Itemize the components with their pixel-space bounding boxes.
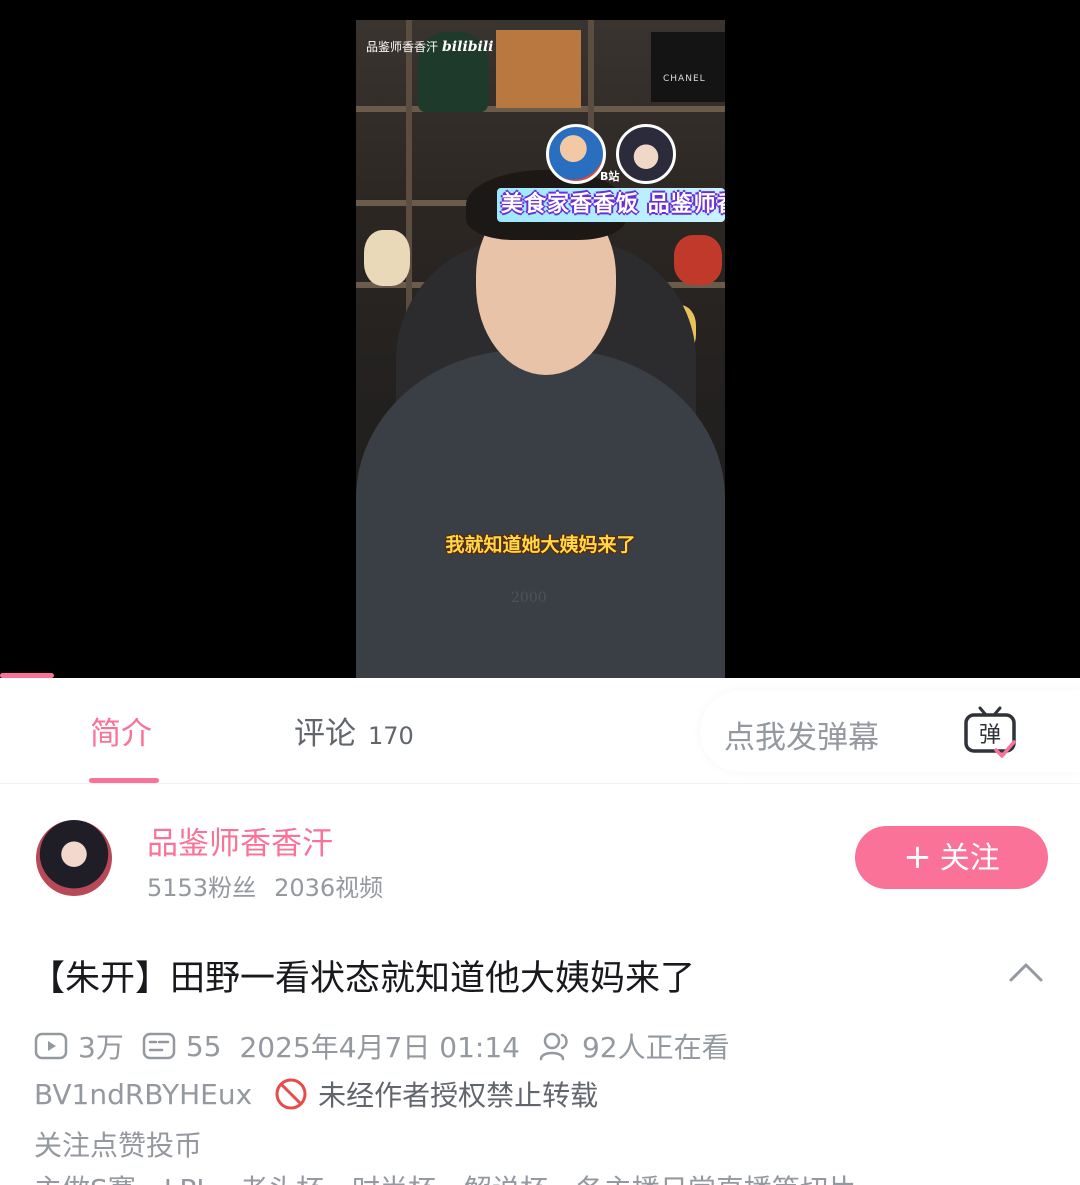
brand-box: CHANEL xyxy=(651,32,725,102)
plush-toy xyxy=(364,230,410,286)
video-subtitle: 我就知道她大姨妈来了 xyxy=(445,534,636,556)
video-frame[interactable]: CHANEL 品鉴师香香汗bilibili B站 美食家香香饭 品鉴师香香汗 2… xyxy=(356,20,725,678)
tab-intro[interactable]: 简介 xyxy=(90,708,152,753)
view-count: 3万 xyxy=(34,1026,124,1066)
chevron-up-icon[interactable] xyxy=(1008,960,1044,984)
danmaku-placeholder: 点我发弹幕 xyxy=(724,720,879,756)
tabs-bar: 简介 评论 170 点我发弹幕 弹 xyxy=(0,678,1080,784)
plus-icon: + xyxy=(903,837,932,877)
plush-toy xyxy=(674,235,722,285)
person-body xyxy=(356,350,725,678)
follow-button[interactable]: + 关注 xyxy=(855,826,1048,889)
streamer-avatar-1 xyxy=(546,124,606,184)
fans-count: 5153粉丝 xyxy=(147,874,257,902)
svg-text:弹: 弹 xyxy=(979,723,1001,748)
video-count: 2036视频 xyxy=(274,874,384,902)
poster xyxy=(496,30,581,108)
tab-comments[interactable]: 评论 170 xyxy=(294,708,414,753)
comments-count: 170 xyxy=(368,722,414,750)
bvid[interactable]: BV1ndRBYHEux xyxy=(34,1078,252,1111)
uploader-name[interactable]: 品鉴师香香汗 xyxy=(147,818,333,863)
description-line: 关注点赞投币 xyxy=(34,1129,203,1162)
danmaku-tv-icon[interactable]: 弹 xyxy=(962,704,1018,760)
watching-count: 92人正在看 xyxy=(538,1026,730,1066)
bubble-tag: B站 xyxy=(600,170,620,183)
uploader-stats: 5153粉丝 2036视频 xyxy=(147,868,383,903)
play-count-icon xyxy=(34,1032,68,1060)
avatar[interactable] xyxy=(36,820,112,896)
bvid-row: BV1ndRBYHEux 未经作者授权禁止转载 xyxy=(34,1074,598,1114)
video-meta: 3万 55 2025年4月7日 01:14 92人正在看 xyxy=(34,1026,748,1066)
no-repost-icon xyxy=(275,1078,307,1110)
danmaku-count-icon xyxy=(142,1032,176,1060)
streamer-avatar-2 xyxy=(616,124,676,184)
publish-date: 2025年4月7日 01:14 xyxy=(239,1031,520,1064)
sweater-print: 2000 xyxy=(511,590,547,606)
video-title: 【朱开】田野一看状态就知道他大姨妈来了 xyxy=(30,959,696,999)
danmaku-input[interactable]: 点我发弹幕 弹 xyxy=(700,690,1080,772)
danmaku-count: 55 xyxy=(142,1030,221,1063)
watching-people-icon xyxy=(539,1032,568,1061)
bilibili-logo: bilibili xyxy=(442,39,494,55)
description-line: 主做S赛、LPL、老头杯、时尚杯、解说杯、各主播日常直播等切片 xyxy=(34,1168,856,1185)
active-tab-indicator xyxy=(89,778,159,783)
video-watermark: 品鉴师香香汗 bilibili xyxy=(366,39,494,55)
repost-notice: 未经作者授权禁止转载 xyxy=(318,1079,599,1112)
name-banner: 美食家香香饭 品鉴师香香汗 xyxy=(497,188,725,222)
video-player[interactable]: CHANEL 品鉴师香香汗bilibili B站 美食家香香饭 品鉴师香香汗 2… xyxy=(0,0,1080,678)
